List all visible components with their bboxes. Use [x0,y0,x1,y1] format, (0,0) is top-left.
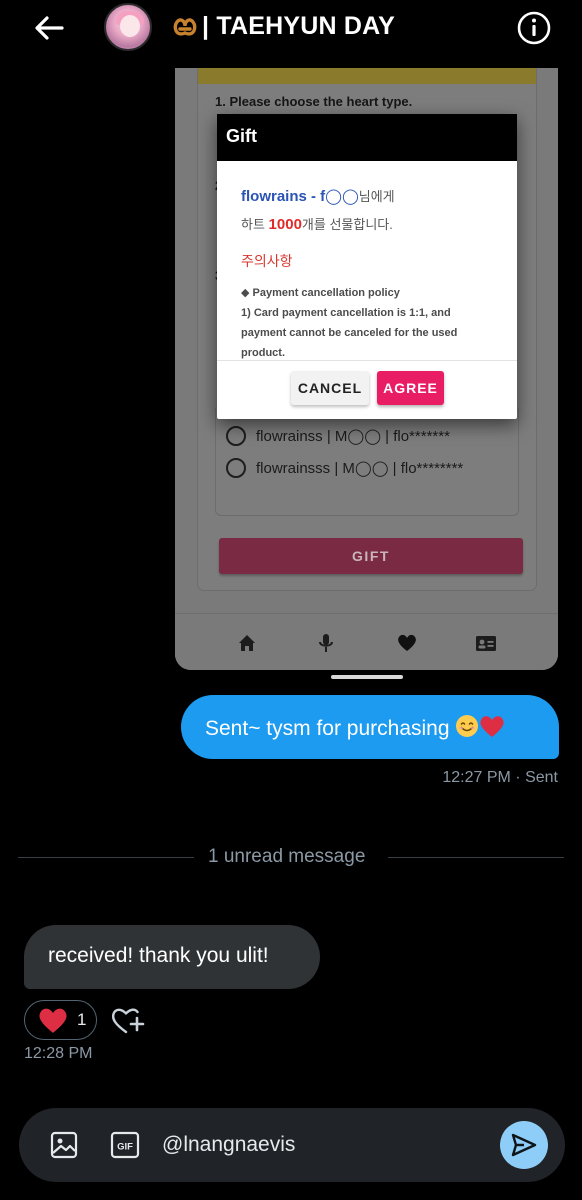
unread-divider: 1 unread message [18,846,564,868]
agree-button[interactable]: AGREE [377,371,444,405]
smiling-face-icon [455,714,479,744]
recipient-option[interactable]: flowrainss | M◯◯ | flo******* [226,426,450,446]
pretzel-icon [172,15,198,44]
notice-title: 주의사항 [241,253,293,269]
red-heart-icon [479,714,505,744]
reaction-pill[interactable]: 1 [24,1000,97,1040]
dialog-title: Gift [217,114,517,161]
conversation-title[interactable]: | TAEHYUN DAY [172,12,395,44]
heart-amount: 1000 [268,216,302,233]
cancel-button[interactable]: CANCEL [291,371,369,405]
recipient-option[interactable]: flowrainsss | M◯◯ | flo******** [226,458,463,478]
add-reaction-icon[interactable] [110,1004,146,1036]
red-heart-icon [39,1008,67,1033]
recipient-options: flowrainss | M◯◯ | flo******* flowrainss… [215,408,519,516]
image-icon[interactable] [49,1130,79,1160]
gift-dialog: Gift flowrains - f◯◯님에게 하트 1000개를 선물합니다.… [217,114,517,419]
gif-icon[interactable]: GIF [110,1131,140,1159]
dialog-recipient: flowrains - f◯◯ [241,188,359,205]
radio-icon [226,458,246,478]
microphone-icon[interactable] [315,632,337,654]
conversation-title-text: | TAEHYUN DAY [202,12,395,40]
radio-icon [226,426,246,446]
received-message-bubble[interactable]: received! thank you ulit! [24,925,320,989]
dialog-amount-line: 하트 1000개를 선물합니다. [241,216,393,233]
unread-label: 1 unread message [208,846,366,867]
id-card-icon[interactable] [475,632,497,654]
svg-text:GIF: GIF [117,1142,133,1153]
reaction-count: 1 [77,1010,87,1029]
cancellation-policy: ◆ Payment cancellation policy 1) Card pa… [241,287,458,359]
heart-type-question: 1. Please choose the heart type. [215,94,413,109]
received-message-meta: 12:28 PM [24,1045,93,1062]
image-home-indicator [331,675,403,679]
conversation-header: | TAEHYUN DAY [0,0,582,56]
shared-screenshot-image[interactable]: 1. Please choose the heart type. 2 3 flo… [175,68,558,670]
dialog-recipient-line: flowrains - f◯◯님에게 [241,188,395,205]
app-bottom-nav [175,613,558,670]
sent-message-text: Sent~ tysm for purchasing [205,717,456,740]
sent-message-meta: 12:27 PM · Sent [442,769,558,786]
sent-message-bubble[interactable]: Sent~ tysm for purchasing [181,695,559,759]
message-composer: GIF [19,1108,565,1182]
back-arrow-icon[interactable] [30,10,68,46]
avatar[interactable] [104,3,152,51]
send-icon [511,1133,537,1157]
gift-button[interactable]: GIFT [219,538,523,574]
send-button[interactable] [500,1121,548,1169]
heart-icon[interactable] [396,632,418,654]
received-message-text: received! thank you ulit! [48,944,269,967]
message-input[interactable] [162,1130,492,1160]
info-icon[interactable] [516,10,552,46]
home-icon[interactable] [236,632,258,654]
